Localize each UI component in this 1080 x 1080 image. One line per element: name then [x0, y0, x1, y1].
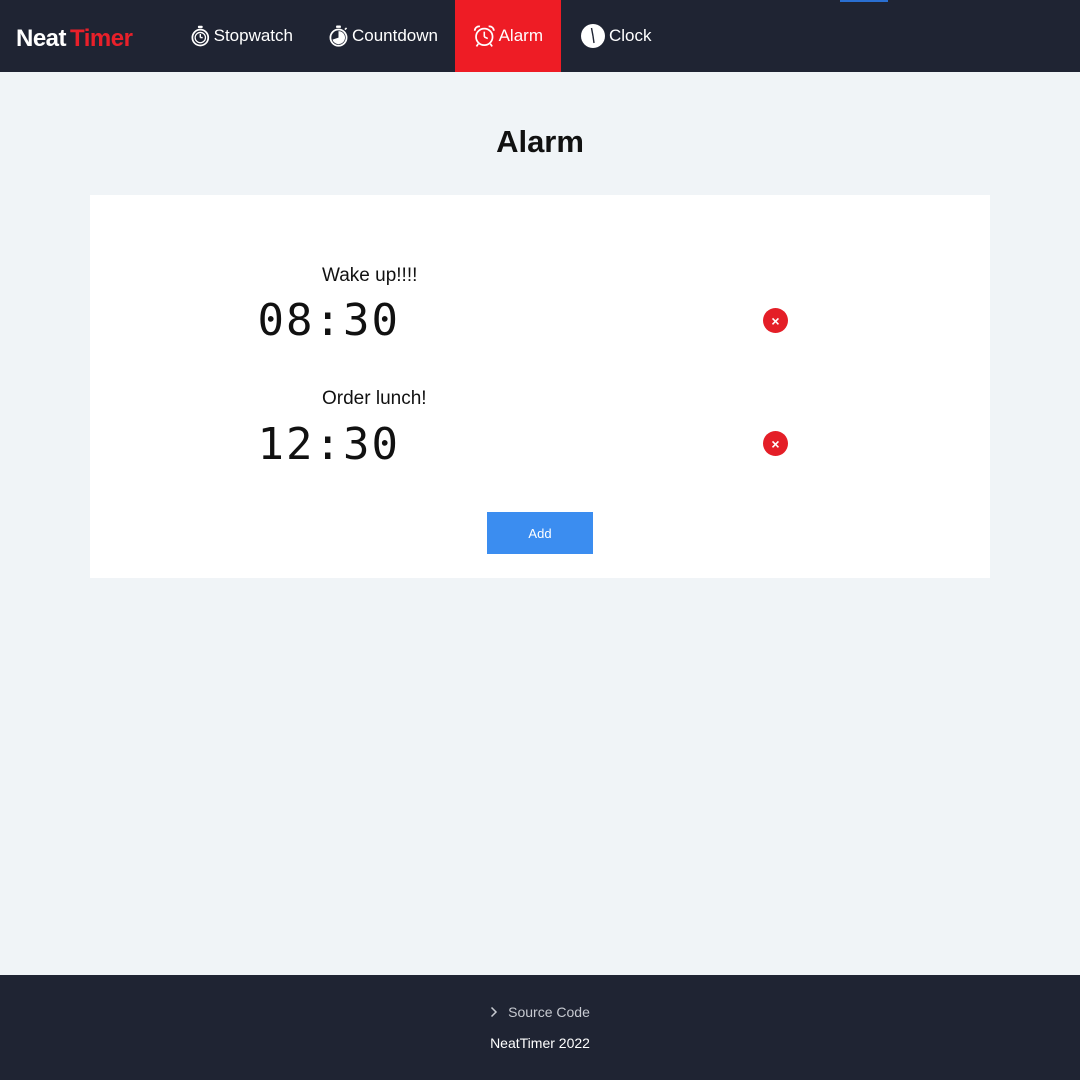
close-icon: ×	[771, 312, 780, 329]
chevron-right-icon	[491, 1006, 498, 1018]
alarm-label: Order lunch!	[322, 388, 427, 409]
navbar: Neat Timer Stopwatch Countdown Alarm Clo…	[0, 0, 1080, 72]
remove-alarm-button[interactable]: ×	[763, 431, 788, 456]
remove-alarm-button[interactable]: ×	[763, 308, 788, 333]
nav-tab-label: Countdown	[351, 26, 438, 45]
alarm-time: 08:30	[257, 295, 400, 346]
source-code-label: Source Code	[508, 1004, 590, 1020]
nav-tab-stopwatch[interactable]: Stopwatch	[172, 0, 311, 72]
nav-tab-label: Alarm	[498, 26, 543, 45]
brand-name-part2: Timer	[70, 25, 133, 52]
nav-tab-clock[interactable]: Clock	[562, 0, 670, 72]
close-icon: ×	[771, 435, 780, 452]
countdown-icon	[329, 25, 348, 47]
nav-tab-label: Clock	[609, 26, 652, 45]
alarm-label: Wake up!!!!	[322, 265, 418, 286]
copyright-text: NeatTimer 2022	[490, 1035, 590, 1051]
page-title: Alarm	[496, 124, 584, 159]
alarm-list-card: Wake up!!!! 08:30 × Order lunch! 12:30 ×…	[90, 195, 990, 578]
source-code-link[interactable]: Source Code	[0, 1004, 1080, 1020]
nav-tab-countdown[interactable]: Countdown	[310, 0, 456, 72]
footer: Source Code NeatTimer 2022	[0, 975, 1080, 1080]
nav-tab-label: Stopwatch	[213, 26, 293, 45]
nav-tab-alarm[interactable]: Alarm	[455, 0, 561, 72]
top-accent-bar	[840, 0, 888, 2]
add-alarm-button[interactable]: Add	[487, 512, 593, 554]
alarm-clock-icon	[473, 25, 495, 47]
alarm-time: 12:30	[257, 419, 400, 470]
brand-name-part1: Neat	[16, 25, 67, 52]
stopwatch-icon	[191, 25, 210, 47]
brand-logo[interactable]: Neat Timer	[16, 24, 133, 54]
clock-icon	[581, 24, 605, 48]
